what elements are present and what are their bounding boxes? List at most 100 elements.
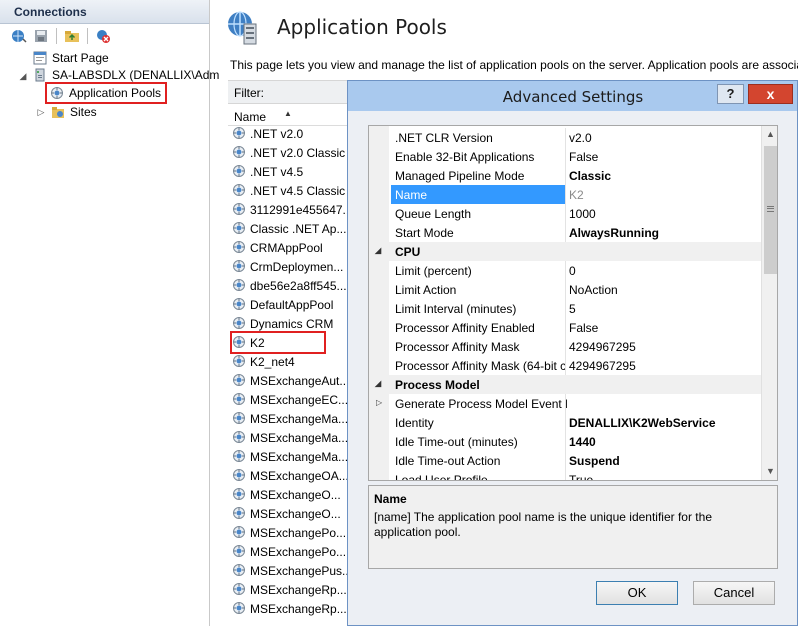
expand-arrow-icon[interactable]: ▷	[36, 107, 46, 118]
save-icon[interactable]	[32, 27, 50, 45]
property-value[interactable]: K2	[569, 188, 584, 202]
property-value[interactable]: 4294967295	[569, 359, 636, 373]
up-folder-icon[interactable]	[63, 27, 81, 45]
pool-row[interactable]: MSExchangeO...	[232, 504, 341, 523]
pool-row[interactable]: MSExchangeMa...	[232, 409, 348, 428]
tree-server[interactable]: SA-LABSDLX (DENALLIX\Adm	[32, 66, 219, 84]
property-value[interactable]: 0	[569, 264, 576, 278]
pool-row[interactable]: MSExchangePo...	[232, 523, 346, 542]
property-row[interactable]: Managed Pipeline Mode Classic	[369, 166, 761, 185]
property-description-box: Name [name] The application pool name is…	[368, 485, 778, 569]
property-value[interactable]: Classic	[569, 169, 611, 183]
property-value[interactable]: False	[569, 150, 598, 164]
property-row[interactable]: Enable 32-Bit Applications False	[369, 147, 761, 166]
property-row[interactable]: Processor Affinity Enabled False	[369, 318, 761, 337]
help-button[interactable]: ?	[717, 84, 744, 104]
tree-sites[interactable]: Sites	[50, 103, 97, 121]
pool-row[interactable]: Classic .NET Ap...	[232, 219, 346, 238]
property-row[interactable]: Name K2	[369, 185, 761, 204]
property-row[interactable]: Limit Action NoAction	[369, 280, 761, 299]
cancel-button[interactable]: Cancel	[693, 581, 775, 605]
pool-row[interactable]: MSExchangePo...	[232, 542, 346, 561]
property-value[interactable]: False	[569, 321, 598, 335]
expand-triangle-icon[interactable]: ▷	[376, 398, 382, 407]
tree-start-page[interactable]: Start Page	[32, 49, 109, 67]
collapse-arrow-icon[interactable]: ◢	[18, 71, 28, 82]
collapse-triangle-icon[interactable]: ◢	[375, 246, 381, 255]
property-row[interactable]: .NET CLR Version v2.0	[369, 128, 761, 147]
column-separator	[565, 432, 566, 451]
pool-row[interactable]: dbe56e2a8ff545...	[232, 276, 347, 295]
property-value[interactable]: v2.0	[569, 131, 592, 145]
property-row[interactable]: Idle Time-out (minutes) 1440	[369, 432, 761, 451]
property-name: Idle Time-out (minutes)	[395, 435, 518, 449]
scroll-down-icon[interactable]: ▼	[762, 463, 777, 480]
property-name: Enable 32-Bit Applications	[395, 150, 535, 164]
property-value[interactable]: AlwaysRunning	[569, 226, 659, 240]
pool-name: .NET v4.5	[250, 164, 304, 179]
property-row[interactable]: Queue Length 1000	[369, 204, 761, 223]
pool-row[interactable]: MSExchangeAut...	[232, 371, 348, 390]
property-grid-scrollbar[interactable]: ▲ ▼	[761, 126, 777, 480]
pool-name: MSExchangeAut...	[250, 373, 348, 388]
tree-application-pools[interactable]: Application Pools	[44, 82, 168, 104]
pool-row[interactable]: K2_net4	[232, 352, 295, 371]
pool-row[interactable]: MSExchangeMa...	[232, 428, 348, 447]
scrollbar-thumb[interactable]	[764, 146, 777, 274]
property-row[interactable]: Processor Affinity Mask (64-bit c 4294967…	[369, 356, 761, 375]
pool-row[interactable]: DefaultAppPool	[232, 295, 333, 314]
pool-row[interactable]: K2	[230, 331, 326, 354]
ok-button[interactable]: OK	[596, 581, 678, 605]
pool-row[interactable]: MSExchangeMa...	[232, 447, 348, 466]
app-pool-icon	[232, 392, 248, 408]
property-row[interactable]: Limit (percent) 0	[369, 261, 761, 280]
pool-row[interactable]: .NET v4.5	[232, 162, 303, 181]
property-row[interactable]: Load User Profile True	[369, 470, 761, 480]
pool-row[interactable]: CRMAppPool	[232, 238, 323, 257]
pool-row[interactable]: .NET v2.0 Classic	[232, 143, 345, 162]
toolbar-separator	[56, 28, 57, 44]
property-value[interactable]: 4294967295	[569, 340, 636, 354]
property-value[interactable]: 5	[569, 302, 576, 316]
dialog-title-bar[interactable]: Advanced Settings ? x	[348, 81, 797, 111]
property-row[interactable]: Limit Interval (minutes) 5	[369, 299, 761, 318]
pool-row[interactable]: MSExchangeEC...	[232, 390, 348, 409]
property-value[interactable]: 1000	[569, 207, 596, 221]
connect-globe-icon[interactable]	[10, 27, 28, 45]
pool-row[interactable]: .NET v4.5 Classic	[232, 181, 345, 200]
property-row[interactable]: Identity DENALLIX\K2WebService	[369, 413, 761, 432]
pool-row[interactable]: MSExchangePus...	[232, 561, 348, 580]
pool-row[interactable]: CrmDeploymen...	[232, 257, 343, 276]
pool-row[interactable]: .NET v2.0	[232, 124, 303, 143]
pool-row[interactable]: MSExchangeO...	[232, 485, 341, 504]
application-pool-list: Name ▲ .NET v2.0 .NET v2.0 Classic .NET v4…	[228, 104, 348, 626]
disconnect-icon[interactable]	[94, 27, 112, 45]
pool-row[interactable]: 3112991e455647...	[232, 200, 348, 219]
app-pool-icon	[232, 278, 248, 294]
property-value[interactable]: True	[569, 473, 593, 480]
property-category[interactable]: ◢ Process Model	[369, 375, 761, 394]
property-row[interactable]: ▷ Generate Process Model Event L	[369, 394, 761, 413]
tree-label: Sites	[70, 105, 97, 119]
property-row[interactable]: Start Mode AlwaysRunning	[369, 223, 761, 242]
property-category[interactable]: ◢ CPU	[369, 242, 761, 261]
pool-row[interactable]: MSExchangeOA...	[232, 466, 348, 485]
property-value[interactable]: NoAction	[569, 283, 618, 297]
pool-name: MSExchangeMa...	[250, 411, 348, 426]
property-name: Processor Affinity Mask (64-bit c	[395, 359, 567, 373]
column-separator	[565, 337, 566, 356]
close-button[interactable]: x	[748, 84, 793, 104]
app-pool-icon	[232, 221, 248, 237]
property-value[interactable]: 1440	[569, 435, 596, 449]
pool-row[interactable]: Dynamics CRM	[232, 314, 333, 333]
property-row[interactable]: Processor Affinity Mask 4294967295	[369, 337, 761, 356]
property-value[interactable]: Suspend	[569, 454, 620, 468]
collapse-triangle-icon[interactable]: ◢	[375, 379, 381, 388]
property-row[interactable]: Idle Time-out Action Suspend	[369, 451, 761, 470]
scroll-up-icon[interactable]: ▲	[762, 126, 777, 143]
pool-name: MSExchangeOA...	[250, 468, 348, 483]
property-value[interactable]: DENALLIX\K2WebService	[569, 416, 716, 430]
pool-row[interactable]: MSExchangeRp...	[232, 599, 347, 618]
pool-row[interactable]: MSExchangeRp...	[232, 580, 347, 599]
category-name: Process Model	[395, 378, 480, 392]
